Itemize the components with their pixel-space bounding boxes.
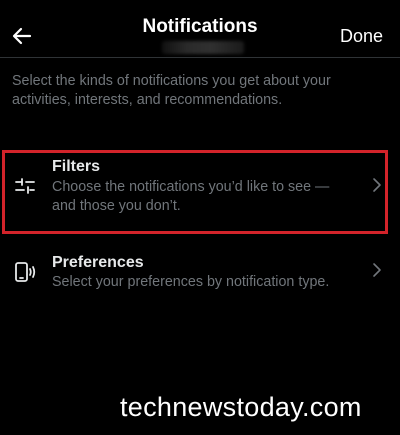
intro-text: Select the kinds of notifications you ge… — [12, 73, 331, 108]
filters-title: Filters — [52, 158, 101, 175]
filters-description: Choose the notifications you’d like to s… — [52, 179, 330, 214]
watermark: technewstoday.com — [120, 392, 362, 422]
filters-item[interactable]: Filters Choose the notifications you’d l… — [0, 150, 400, 238]
blurred-username — [162, 41, 244, 54]
done-button[interactable]: Done — [340, 26, 383, 47]
sliders-icon — [15, 178, 35, 194]
preferences-title: Preferences — [52, 254, 144, 271]
chevron-right-icon — [373, 178, 381, 192]
header-divider — [0, 57, 400, 58]
preferences-description: Select your preferences by notification … — [52, 274, 330, 290]
chevron-right-icon — [373, 263, 381, 277]
phone-vibrate-icon — [15, 262, 36, 282]
top-bar: Notifications Done — [0, 0, 400, 60]
preferences-item[interactable]: Preferences Select your preferences by n… — [0, 248, 400, 304]
